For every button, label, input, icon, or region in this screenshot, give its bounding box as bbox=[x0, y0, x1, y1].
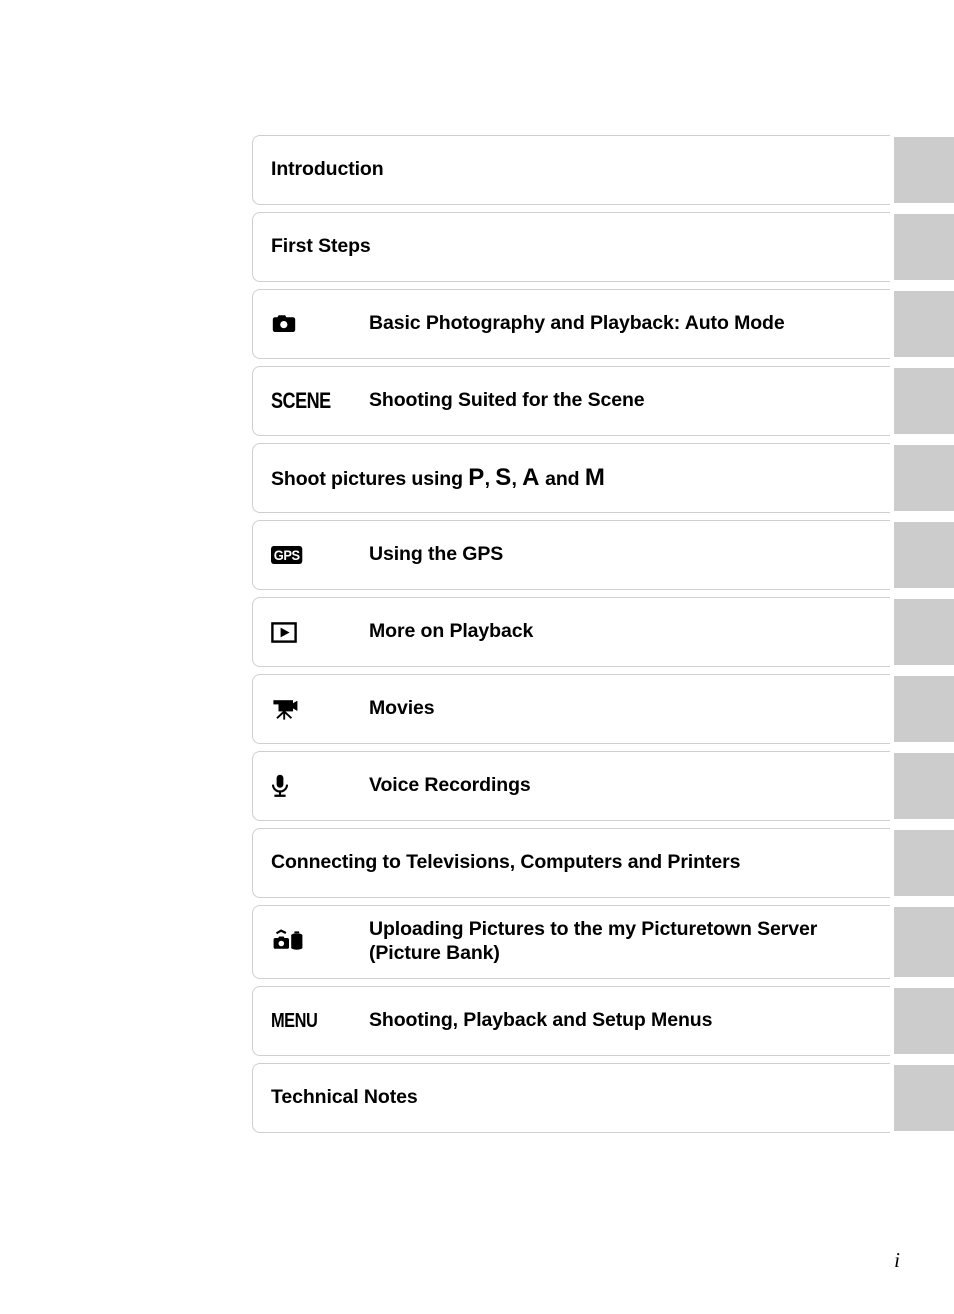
thumb-index-tab bbox=[890, 830, 954, 896]
toc-entry-box[interactable]: Movies bbox=[252, 674, 894, 744]
menu-text-icon-label: MENU bbox=[271, 1009, 318, 1032]
toc-entry-scene[interactable]: SCENE Shooting Suited for the Scene bbox=[252, 366, 954, 436]
toc-entry-voice-recordings[interactable]: Voice Recordings bbox=[252, 751, 954, 821]
toc-entry-box[interactable]: More on Playback bbox=[252, 597, 894, 667]
toc-entry-psam[interactable]: Shoot pictures using P, S, A and M bbox=[252, 443, 954, 513]
movie-camera-icon bbox=[253, 698, 349, 721]
toc-entry-label: Introduction bbox=[271, 158, 384, 181]
menu-text-icon: MENU bbox=[253, 1010, 349, 1033]
toc-entry-label-line2: (Picture Bank) bbox=[369, 942, 500, 964]
toc-entry-label: First Steps bbox=[271, 235, 371, 258]
camera-icon bbox=[253, 313, 349, 335]
toc-entry-label: Shoot pictures using P, S, A and M bbox=[253, 463, 605, 492]
thumb-index-tab bbox=[890, 676, 954, 742]
microphone-icon bbox=[253, 774, 349, 799]
thumb-index-tab bbox=[890, 137, 954, 203]
thumb-index-tab bbox=[890, 988, 954, 1054]
toc-entry-connecting[interactable]: Connecting to Televisions, Computers and… bbox=[252, 828, 954, 898]
psam-comma-1: , bbox=[484, 468, 496, 491]
upload-picturetown-icon bbox=[253, 929, 349, 955]
toc-entry-box[interactable]: Introduction bbox=[252, 135, 894, 205]
toc-entry-label: More on Playback bbox=[369, 620, 534, 643]
toc-entry-movies[interactable]: Movies bbox=[252, 674, 954, 744]
thumb-index-tab bbox=[890, 907, 954, 977]
thumb-index-tab bbox=[890, 522, 954, 588]
mode-letter-a: A bbox=[522, 464, 540, 492]
thumb-index-tab bbox=[890, 214, 954, 280]
toc-entry-playback[interactable]: More on Playback bbox=[252, 597, 954, 667]
playback-icon bbox=[253, 621, 349, 643]
toc-entry-label: Uploading Pictures to the my Picturetown… bbox=[349, 918, 817, 966]
toc-entry-box[interactable]: Connecting to Televisions, Computers and… bbox=[252, 828, 894, 898]
thumb-index-tab bbox=[890, 753, 954, 819]
gps-badge-icon: GPS bbox=[253, 546, 349, 564]
manual-toc-page: Introduction First Steps Basic Photograp… bbox=[0, 0, 954, 1314]
toc-entry-label: Using the GPS bbox=[369, 543, 504, 566]
psam-comma-2: , bbox=[511, 468, 523, 491]
toc-entry-label: Movies bbox=[369, 697, 435, 720]
toc-entry-label: Shooting, Playback and Setup Menus bbox=[369, 1009, 713, 1032]
toc-entry-basic-photography[interactable]: Basic Photography and Playback: Auto Mod… bbox=[252, 289, 954, 359]
toc-entry-label: Technical Notes bbox=[271, 1086, 418, 1109]
thumb-index-tab bbox=[890, 1065, 954, 1131]
page-number: i bbox=[894, 1248, 900, 1272]
toc-entry-box[interactable]: Basic Photography and Playback: Auto Mod… bbox=[252, 289, 894, 359]
thumb-index-tab bbox=[890, 599, 954, 665]
toc-entry-technical-notes[interactable]: Technical Notes bbox=[252, 1063, 954, 1133]
toc-entry-label: Voice Recordings bbox=[369, 774, 531, 797]
toc-entry-introduction[interactable]: Introduction bbox=[252, 135, 954, 205]
toc-entry-box[interactable]: Uploading Pictures to the my Picturetown… bbox=[252, 905, 894, 979]
toc-entry-gps[interactable]: GPS Using the GPS bbox=[252, 520, 954, 590]
toc-entry-box[interactable]: MENU Shooting, Playback and Setup Menus bbox=[252, 986, 894, 1056]
toc-entry-box[interactable]: Technical Notes bbox=[252, 1063, 894, 1133]
toc-entry-first-steps[interactable]: First Steps bbox=[252, 212, 954, 282]
toc-entry-label: Connecting to Televisions, Computers and… bbox=[271, 851, 741, 874]
psam-joiner: and bbox=[539, 468, 585, 491]
mode-letter-m: M bbox=[584, 464, 606, 492]
toc-entry-menus[interactable]: MENU Shooting, Playback and Setup Menus bbox=[252, 986, 954, 1056]
toc-entry-label: Basic Photography and Playback: Auto Mod… bbox=[369, 312, 785, 335]
table-of-contents: Introduction First Steps Basic Photograp… bbox=[252, 135, 954, 1140]
toc-entry-box[interactable]: SCENE Shooting Suited for the Scene bbox=[252, 366, 894, 436]
thumb-index-tab bbox=[890, 368, 954, 434]
thumb-index-tab bbox=[890, 291, 954, 357]
toc-entry-box[interactable]: First Steps bbox=[252, 212, 894, 282]
mode-letter-s: S bbox=[495, 464, 512, 492]
toc-entry-label-line1: Uploading Pictures to the my Picturetown… bbox=[369, 918, 818, 941]
thumb-index-tab bbox=[890, 445, 954, 511]
toc-entry-box[interactable]: Voice Recordings bbox=[252, 751, 894, 821]
mode-letter-p: P bbox=[468, 464, 485, 492]
toc-entry-box[interactable]: GPS Using the GPS bbox=[252, 520, 894, 590]
toc-entry-label: Shooting Suited for the Scene bbox=[369, 389, 645, 412]
toc-entry-box[interactable]: Shoot pictures using P, S, A and M bbox=[252, 443, 894, 513]
scene-text-icon-label: SCENE bbox=[271, 388, 331, 413]
scene-text-icon: SCENE bbox=[253, 388, 349, 414]
gps-badge-icon-label: GPS bbox=[271, 546, 303, 564]
psam-prefix: Shoot pictures using bbox=[271, 468, 469, 491]
toc-entry-picturetown[interactable]: Uploading Pictures to the my Picturetown… bbox=[252, 905, 954, 979]
